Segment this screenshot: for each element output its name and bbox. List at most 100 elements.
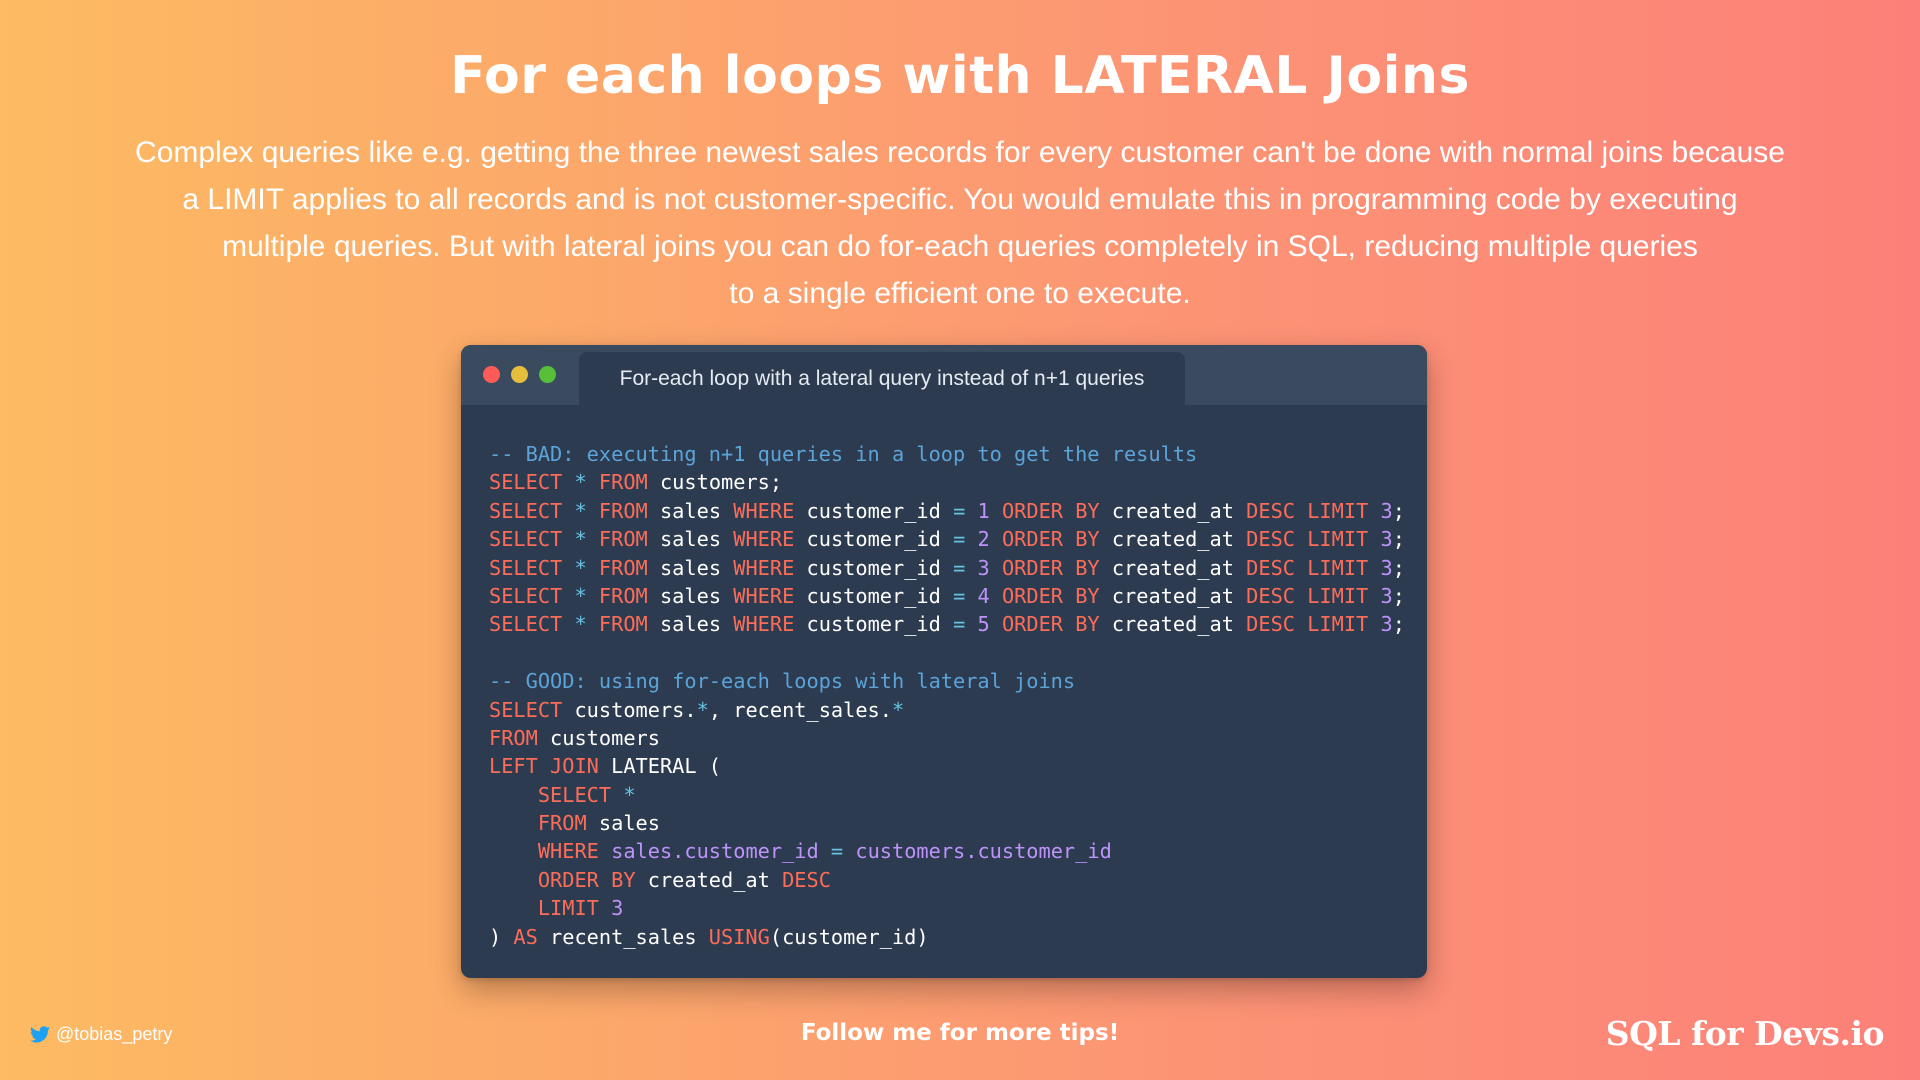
code-token: created_at — [1099, 583, 1247, 608]
code-token: ORDER BY — [1001, 612, 1100, 637]
code-token: customer_id — [794, 583, 954, 608]
code-token: = — [953, 498, 966, 523]
code-line: SELECT * FROM customers; — [489, 468, 1405, 496]
code-token: * — [574, 470, 587, 495]
code-token: * — [574, 498, 587, 523]
code-token: DESC — [1246, 612, 1295, 637]
code-token: AS — [513, 924, 538, 949]
code-token: LIMIT — [537, 896, 599, 921]
code-line: SELECT * — [489, 781, 1405, 809]
code-token: sales — [647, 555, 734, 580]
code-token: , recent_sales. — [708, 697, 892, 722]
code-token: LIMIT — [1307, 555, 1369, 580]
code-token: customer_id — [794, 612, 954, 637]
code-token: * — [696, 697, 709, 722]
code-token: sales — [647, 583, 734, 608]
code-token: 3 — [1380, 583, 1393, 608]
maximize-window-dot-icon[interactable] — [539, 366, 556, 383]
code-token: * — [574, 555, 587, 580]
code-token: * — [574, 583, 587, 608]
code-line: SELECT * FROM sales WHERE customer_id = … — [489, 582, 1405, 610]
code-token: * — [623, 782, 636, 807]
code-token: USING — [708, 924, 770, 949]
code-token: 2 — [977, 527, 990, 552]
code-token: LIMIT — [1307, 612, 1369, 637]
minimize-window-dot-icon[interactable] — [511, 366, 528, 383]
code-token: customers; — [647, 470, 783, 495]
code-token: LIMIT — [1307, 527, 1369, 552]
code-token: 3 — [977, 555, 990, 580]
code-token: SELECT — [537, 782, 612, 807]
code-token: * — [574, 612, 587, 637]
code-token: created_at — [1099, 527, 1247, 552]
code-token: (customer_id) — [769, 924, 929, 949]
code-line: SELECT customers.*, recent_sales.* — [489, 696, 1405, 724]
description-line: multiple queries. But with lateral joins… — [222, 230, 1698, 263]
code-token: created_at — [1099, 555, 1247, 580]
page-title: For each loops with LATERAL Joins — [450, 46, 1470, 106]
code-token: customer_id — [794, 555, 954, 580]
description-line: a LIMIT applies to all records and is no… — [182, 183, 1738, 216]
code-line: FROM customers — [489, 724, 1405, 752]
close-window-dot-icon[interactable] — [483, 366, 500, 383]
code-token: SELECT — [489, 612, 563, 637]
code-token: ; — [1392, 583, 1405, 608]
code-token: WHERE — [733, 583, 795, 608]
code-token: = — [830, 839, 844, 864]
code-token: DESC — [1246, 555, 1295, 580]
code-token: DESC — [782, 867, 831, 892]
brand-logo: SQL for Devs.io — [1605, 1014, 1885, 1053]
description-line: Complex queries like e.g. getting the th… — [135, 136, 1785, 169]
code-token: 4 — [977, 583, 990, 608]
code-token: 5 — [977, 612, 990, 637]
code-token: 3 — [1380, 555, 1393, 580]
code-line: SELECT * FROM sales WHERE customer_id = … — [489, 554, 1405, 582]
code-token: * — [574, 527, 587, 552]
code-token: ORDER BY — [537, 867, 636, 892]
code-token: 3 — [1380, 527, 1393, 552]
code-token: ; — [1392, 555, 1405, 580]
code-token: 3 — [611, 896, 624, 921]
code-token: ) — [489, 924, 514, 949]
code-token: ORDER BY — [1001, 527, 1100, 552]
code-line: ORDER BY created_at DESC — [489, 866, 1405, 894]
tab-code-snippet[interactable]: For-each loop with a lateral query inste… — [579, 352, 1185, 405]
code-token: LEFT JOIN — [489, 754, 599, 779]
code-token: SELECT — [489, 527, 563, 552]
code-token: SELECT — [489, 498, 563, 523]
code-token: WHERE — [733, 527, 795, 552]
code-token: ORDER BY — [1001, 555, 1100, 580]
code-token: FROM — [537, 811, 587, 836]
code-line: -- BAD: executing n+1 queries in a loop … — [489, 440, 1405, 468]
code-token: LATERAL ( — [598, 754, 722, 779]
code-token: sales — [647, 527, 734, 552]
code-token: sales — [647, 498, 734, 523]
code-token: WHERE — [537, 839, 599, 864]
code-token: FROM — [598, 583, 648, 608]
